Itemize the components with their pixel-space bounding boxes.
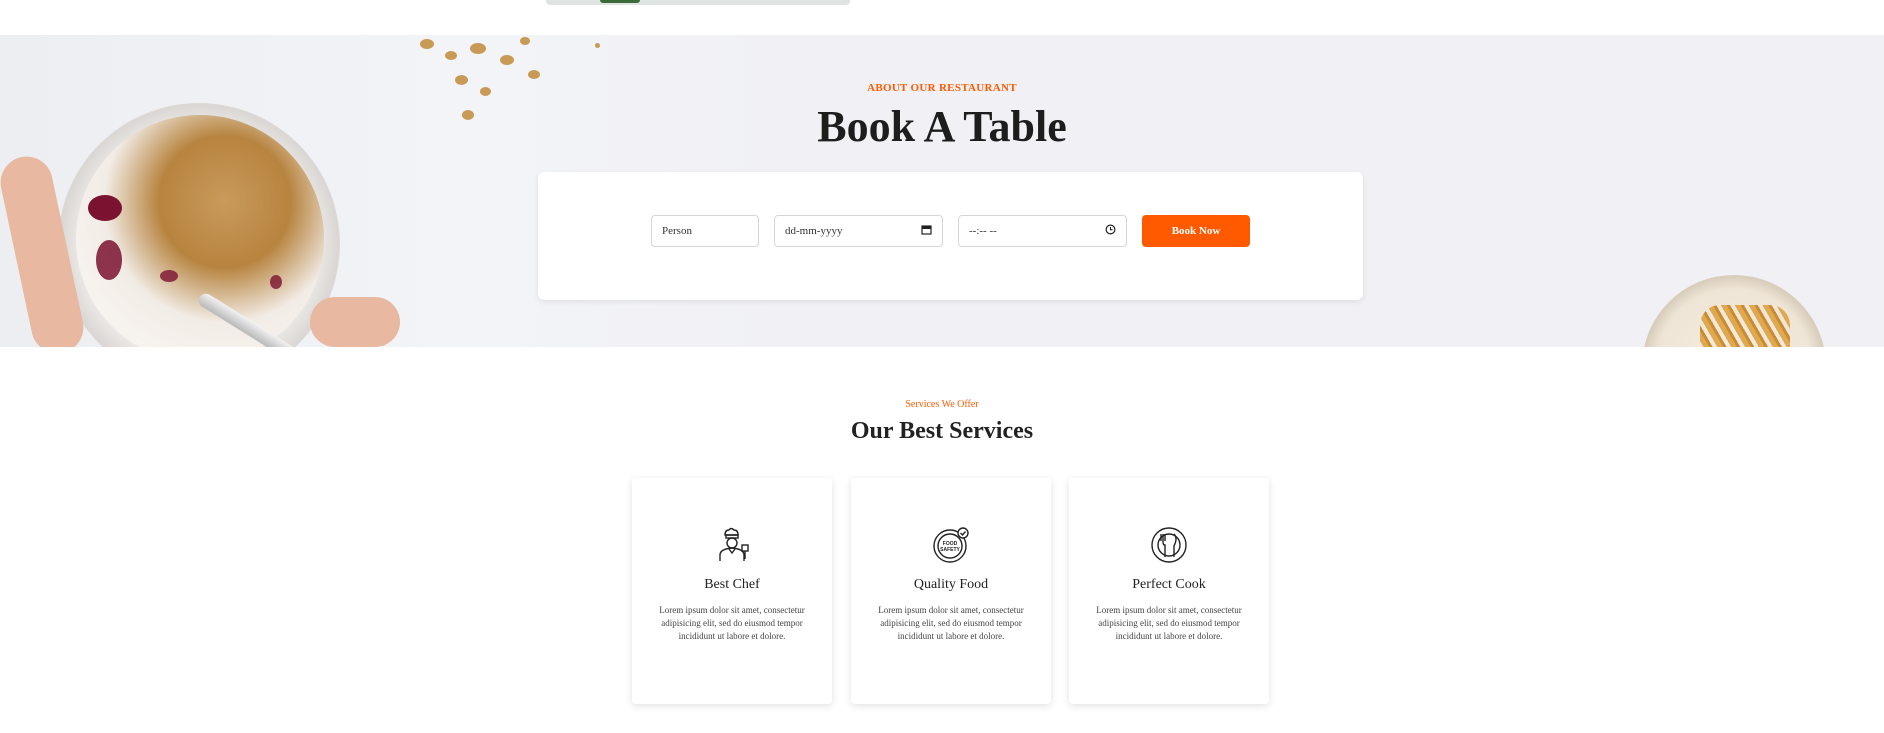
calendar-icon[interactable] bbox=[921, 224, 932, 238]
service-card-title: Best Chef bbox=[704, 577, 760, 592]
service-card-quality-food: FOOD SAFETY Quality Food Lorem ipsum dol… bbox=[851, 478, 1051, 704]
previous-section bbox=[0, 0, 1884, 35]
service-card-text: Lorem ipsum dolor sit amet, consectetur … bbox=[659, 605, 805, 641]
person-placeholder: Person bbox=[662, 225, 692, 237]
service-card-text: Lorem ipsum dolor sit amet, consectetur … bbox=[878, 605, 1024, 641]
time-input[interactable]: --:-- -- bbox=[958, 215, 1127, 247]
time-placeholder: --:-- -- bbox=[969, 225, 997, 237]
previous-section-image bbox=[546, 0, 850, 5]
date-placeholder: dd-mm-yyyy bbox=[785, 225, 843, 237]
date-input[interactable]: dd-mm-yyyy bbox=[774, 215, 943, 247]
service-card-perfect-cook: Perfect Cook Lorem ipsum dolor sit amet,… bbox=[1069, 478, 1269, 704]
booking-title: Book A Table bbox=[817, 102, 1067, 151]
person-input[interactable]: Person bbox=[651, 215, 759, 247]
service-card-text: Lorem ipsum dolor sit amet, consectetur … bbox=[1096, 605, 1242, 641]
plate-cutlery-icon bbox=[1149, 525, 1189, 565]
food-safety-icon: FOOD SAFETY bbox=[931, 525, 971, 565]
book-table-section: ABOUT OUR RESTAURANT Book A Table Person… bbox=[0, 35, 1884, 347]
clock-icon[interactable] bbox=[1105, 224, 1116, 238]
services-title: Our Best Services bbox=[850, 418, 1034, 444]
service-card-title: Quality Food bbox=[913, 577, 989, 592]
booking-form: Person dd-mm-yyyy --:-- -- Book Now bbox=[538, 172, 1363, 300]
booking-kicker: ABOUT OUR RESTAURANT bbox=[867, 82, 1017, 94]
service-card-title: Perfect Cook bbox=[1132, 577, 1206, 592]
service-card-best-chef: Best Chef Lorem ipsum dolor sit amet, co… bbox=[632, 478, 832, 704]
chef-icon bbox=[712, 525, 752, 565]
services-kicker: Services We Offer bbox=[905, 399, 979, 410]
food-safety-icon-text-2: SAFETY bbox=[940, 547, 960, 553]
book-now-button[interactable]: Book Now bbox=[1142, 215, 1250, 247]
